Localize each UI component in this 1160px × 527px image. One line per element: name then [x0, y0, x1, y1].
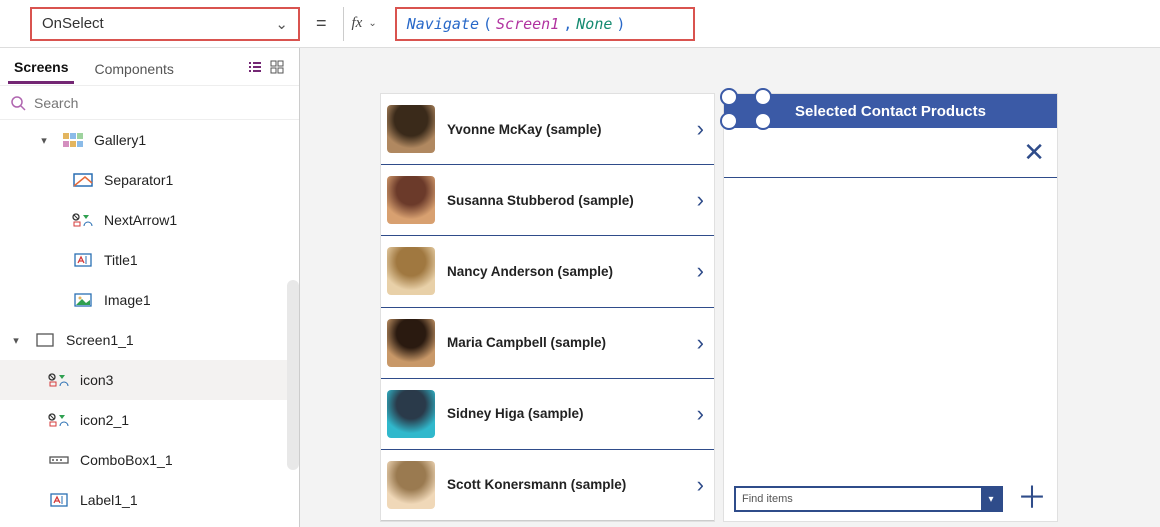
fx-button[interactable]: fx ⌄	[343, 7, 385, 41]
rectangle-icon	[70, 173, 96, 187]
canvas[interactable]: Yvonne McKay (sample) › Susanna Stubbero…	[300, 48, 1160, 527]
label-icon	[70, 253, 96, 267]
close-icon[interactable]: ✕	[1023, 137, 1045, 168]
search-input[interactable]	[34, 95, 289, 111]
list-item[interactable]: Susanna Stubberod (sample) ›	[381, 165, 714, 236]
tree-item-icon2-1[interactable]: icon2_1	[0, 400, 299, 440]
chevron-down-icon: ⌄	[275, 15, 288, 33]
caret-down-icon: ▾	[8, 334, 24, 347]
formula-token-comma: ,	[563, 15, 572, 33]
tree-item-nextarrow1[interactable]: NextArrow1	[0, 200, 299, 240]
list-item[interactable]: Scott Konersmann (sample) ›	[381, 450, 714, 521]
details-pane-close-row: ✕	[724, 128, 1057, 178]
list-item[interactable]: Sidney Higa (sample) ›	[381, 379, 714, 450]
tree-grid-icon[interactable]	[269, 59, 291, 75]
screen-icon	[32, 333, 58, 347]
contact-name: Nancy Anderson (sample)	[447, 264, 685, 279]
tree-item-label: Gallery1	[94, 132, 299, 148]
avatar	[387, 247, 435, 295]
tree-item-label: NextArrow1	[104, 212, 299, 228]
details-pane-footer: Find items ▾ ＋	[724, 477, 1057, 521]
avatar	[387, 105, 435, 153]
chevron-right-icon[interactable]: ›	[697, 472, 708, 498]
tree-item-label: icon3	[80, 372, 299, 388]
tree-item-label: ComboBox1_1	[80, 452, 299, 468]
image-icon	[70, 293, 96, 307]
tree-item-label: Screen1_1	[66, 332, 299, 348]
contact-name: Scott Konersmann (sample)	[447, 477, 685, 492]
tree-item-screen1-1[interactable]: ▾ Screen1_1	[0, 320, 299, 360]
tree-item-label: Label1_1	[80, 492, 299, 508]
avatar	[387, 461, 435, 509]
tree-item-label: Image1	[104, 292, 299, 308]
details-pane: Selected Contact Products ✕ Find items ▾…	[723, 93, 1058, 522]
formula-token-arg1: Screen1	[496, 15, 559, 33]
contact-name: Maria Campbell (sample)	[447, 335, 685, 350]
tree-item-icon3[interactable]: icon3	[0, 360, 299, 400]
formula-token-open: (	[483, 15, 492, 33]
selection-handle[interactable]	[720, 88, 772, 106]
formula-token-arg2: None	[576, 15, 612, 33]
equals-label: =	[316, 13, 327, 34]
tree-item-combobox1-1[interactable]: ComboBox1_1	[0, 440, 299, 480]
panel-tabs: Screens Components	[0, 48, 299, 86]
property-selector[interactable]: OnSelect ⌄	[30, 7, 300, 41]
tab-screens[interactable]: Screens	[8, 49, 74, 84]
icon-control-icon	[46, 373, 72, 387]
property-selector-value: OnSelect	[42, 15, 104, 32]
avatar	[387, 319, 435, 367]
search-row	[0, 86, 299, 120]
chevron-down-icon: ⌄	[368, 18, 376, 29]
contacts-gallery[interactable]: Yvonne McKay (sample) › Susanna Stubbero…	[380, 93, 715, 522]
chevron-right-icon[interactable]: ›	[697, 258, 708, 284]
tree-item-gallery1[interactable]: ▾ Gallery1	[0, 120, 299, 160]
tree-item-label1-1[interactable]: Label1_1	[0, 480, 299, 520]
details-pane-header: Selected Contact Products	[724, 94, 1057, 128]
formula-token-close: )	[616, 15, 625, 33]
chevron-right-icon[interactable]: ›	[697, 330, 708, 356]
tree-item-image1[interactable]: Image1	[0, 280, 299, 320]
label-icon	[46, 493, 72, 507]
fx-icon: fx	[352, 15, 363, 32]
list-item[interactable]: Yvonne McKay (sample) ›	[381, 94, 714, 165]
tree-item-separator1[interactable]: Separator1	[0, 160, 299, 200]
tree-list-icon[interactable]	[247, 59, 269, 75]
tree-view-panel: Screens Components ▾ Gallery1	[0, 48, 300, 527]
selection-handle[interactable]	[720, 112, 772, 130]
find-items-combobox[interactable]: Find items ▾	[734, 486, 1003, 512]
chevron-right-icon[interactable]: ›	[697, 116, 708, 142]
details-pane-body	[724, 178, 1057, 477]
list-item[interactable]: Nancy Anderson (sample) ›	[381, 236, 714, 307]
contact-name: Sidney Higa (sample)	[447, 406, 685, 421]
gallery-icon	[60, 133, 86, 147]
avatar	[387, 390, 435, 438]
contact-name: Yvonne McKay (sample)	[447, 122, 685, 137]
tree-item-label: Title1	[104, 252, 299, 268]
icon-control-icon	[46, 413, 72, 427]
formula-input[interactable]: Navigate ( Screen1 , None )	[395, 7, 695, 41]
add-icon[interactable]: ＋	[1017, 484, 1047, 514]
tree-item-label: icon2_1	[80, 412, 299, 428]
combobox-icon	[46, 454, 72, 466]
tab-components[interactable]: Components	[88, 51, 179, 83]
chevron-down-icon[interactable]: ▾	[981, 488, 1001, 510]
search-icon	[10, 95, 26, 111]
caret-down-icon: ▾	[36, 134, 52, 147]
contact-name: Susanna Stubberod (sample)	[447, 193, 685, 208]
formula-bar: OnSelect ⌄ = fx ⌄ Navigate ( Screen1 , N…	[0, 0, 1160, 48]
details-pane-title: Selected Contact Products	[795, 103, 986, 120]
formula-token-fn: Navigate	[407, 15, 479, 33]
tree-view: ▾ Gallery1 Separator1 NextArrow1	[0, 120, 299, 527]
scrollbar-thumb[interactable]	[287, 280, 299, 470]
icon-control-icon	[70, 213, 96, 227]
chevron-right-icon[interactable]: ›	[697, 401, 708, 427]
chevron-right-icon[interactable]: ›	[697, 187, 708, 213]
list-item[interactable]: Maria Campbell (sample) ›	[381, 308, 714, 379]
tree-item-label: Separator1	[104, 172, 299, 188]
avatar	[387, 176, 435, 224]
tree-item-title1[interactable]: Title1	[0, 240, 299, 280]
combobox-placeholder: Find items	[742, 493, 793, 505]
